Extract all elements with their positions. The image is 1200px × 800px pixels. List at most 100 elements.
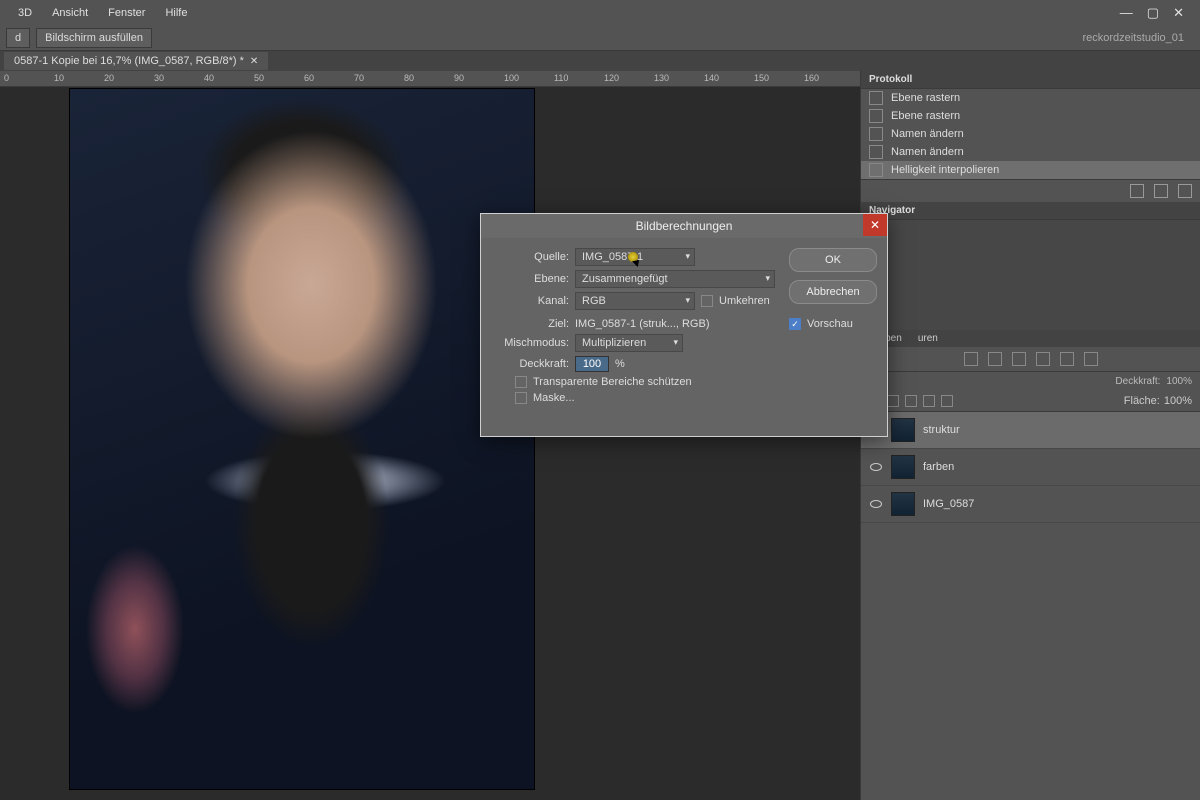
maximize-icon[interactable]: ▢: [1147, 5, 1159, 21]
opacity-input[interactable]: 100: [575, 356, 609, 372]
lock-icon[interactable]: [941, 395, 953, 407]
layer-row[interactable]: struktur: [861, 412, 1200, 449]
visibility-icon[interactable]: [869, 460, 883, 474]
ruler-mark: 100: [504, 73, 519, 83]
history-item[interactable]: Ebene rastern: [861, 107, 1200, 125]
opacity-value[interactable]: 100%: [1166, 376, 1192, 387]
minimize-icon[interactable]: —: [1120, 5, 1133, 21]
history-item[interactable]: Namen ändern: [861, 125, 1200, 143]
layer-thumbnail[interactable]: [891, 418, 915, 442]
fill-screen-button[interactable]: Bildschirm ausfüllen: [36, 28, 152, 48]
ruler-mark: 90: [454, 73, 464, 83]
lock-position-icon[interactable]: [887, 395, 899, 407]
layer-row[interactable]: IMG_0587: [861, 486, 1200, 523]
navigator-area[interactable]: [861, 220, 1200, 330]
ok-button[interactable]: OK: [789, 248, 877, 272]
options-d[interactable]: d: [6, 28, 30, 48]
ruler-mark: 40: [204, 73, 214, 83]
lock-all-icon[interactable]: [905, 395, 917, 407]
rect-icon[interactable]: [1036, 352, 1050, 366]
ruler-mark: 80: [404, 73, 414, 83]
visibility-icon[interactable]: [869, 497, 883, 511]
history-item[interactable]: Helligkeit interpolieren: [861, 161, 1200, 179]
layer-thumbnail[interactable]: [891, 492, 915, 516]
source-select[interactable]: IMG_0587-1: [575, 248, 695, 266]
source-label: Quelle:: [495, 251, 569, 263]
layer-list: struktur farben IMG_0587: [861, 412, 1200, 523]
ruler-mark: 110: [554, 73, 568, 83]
menu-window[interactable]: Fenster: [98, 3, 155, 23]
percent-label: %: [615, 358, 625, 370]
history-panel-header[interactable]: Protokoll: [861, 71, 1200, 89]
more-icon[interactable]: [1084, 352, 1098, 366]
ruler-mark: 70: [354, 73, 364, 83]
fill-value[interactable]: 100%: [1164, 395, 1192, 407]
cancel-button[interactable]: Abbrechen: [789, 280, 877, 304]
blend-label: Mischmodus:: [495, 337, 569, 349]
menu-help[interactable]: Hilfe: [155, 3, 197, 23]
blend-select[interactable]: Multiplizieren: [575, 334, 683, 352]
document-canvas[interactable]: [70, 89, 534, 789]
smart-icon[interactable]: [1060, 352, 1074, 366]
options-bar: d Bildschirm ausfüllen reckordzeitstudio…: [0, 25, 1200, 51]
workspace-label[interactable]: reckordzeitstudio_01: [1082, 32, 1194, 44]
lock-nested-icon[interactable]: [923, 395, 935, 407]
document-tab-label: 0587-1 Kopie bei 16,7% (IMG_0587, RGB/8*…: [14, 55, 244, 67]
ruler-mark: 150: [754, 73, 769, 83]
layer-opacity-row: Deckkraft: 100%: [861, 372, 1200, 391]
layer-icon: [869, 91, 883, 105]
history-list: Ebene rastern Ebene rastern Namen ändern…: [861, 89, 1200, 179]
layer-tools: [861, 347, 1200, 372]
camera-icon[interactable]: [1154, 184, 1168, 198]
navigator-panel-header[interactable]: Navigator: [861, 202, 1200, 220]
channel-select[interactable]: RGB: [575, 292, 695, 310]
panels-column: Protokoll Ebene rastern Ebene rastern Na…: [860, 71, 1200, 800]
document-tabs: 0587-1 Kopie bei 16,7% (IMG_0587, RGB/8*…: [0, 51, 1200, 71]
layer-label: Ebene:: [495, 273, 569, 285]
image-icon[interactable]: [964, 352, 978, 366]
preserve-transparency-checkbox[interactable]: [515, 376, 527, 388]
history-item[interactable]: Ebene rastern: [861, 89, 1200, 107]
circle-icon[interactable]: [988, 352, 1002, 366]
dialog-title: Bildberechnungen ✕: [481, 214, 887, 238]
menu-view[interactable]: Ansicht: [42, 3, 98, 23]
preserve-transparency-label: Transparente Bereiche schützen: [533, 376, 692, 388]
layer-icon: [869, 127, 883, 141]
layer-icon: [869, 109, 883, 123]
layer-icon: [869, 163, 883, 177]
layers-panel: vgaben uren Deckkraft: 100%: [861, 330, 1200, 800]
layer-thumbnail[interactable]: [891, 455, 915, 479]
ruler-mark: 20: [104, 73, 114, 83]
dialog-close-button[interactable]: ✕: [863, 214, 887, 236]
window-controls: — ▢ ✕: [1120, 5, 1192, 21]
type-icon[interactable]: [1012, 352, 1026, 366]
ruler-mark: 30: [154, 73, 164, 83]
fill-label: Fläche:: [1124, 395, 1160, 407]
tab-other[interactable]: uren: [910, 330, 946, 347]
trash-icon[interactable]: [1178, 184, 1192, 198]
layer-row[interactable]: farben: [861, 449, 1200, 486]
mask-checkbox[interactable]: [515, 392, 527, 404]
layer-name: struktur: [923, 424, 960, 436]
ruler-horizontal: 0 10 20 30 40 50 60 70 80 90 100 110 120…: [0, 71, 860, 87]
target-label: Ziel:: [495, 318, 569, 330]
image-content: [70, 89, 534, 789]
new-snapshot-icon[interactable]: [1130, 184, 1144, 198]
layer-lock-row: Fläche: 100%: [861, 391, 1200, 412]
layer-select[interactable]: Zusammengefügt: [575, 270, 775, 288]
invert-checkbox[interactable]: [701, 295, 713, 307]
document-tab[interactable]: 0587-1 Kopie bei 16,7% (IMG_0587, RGB/8*…: [4, 52, 268, 70]
ruler-mark: 10: [54, 73, 64, 83]
preview-checkbox[interactable]: ✓: [789, 318, 801, 330]
channel-label: Kanal:: [495, 295, 569, 307]
ruler-mark: 0: [4, 73, 9, 83]
close-tab-icon[interactable]: ✕: [250, 56, 258, 67]
preview-label: Vorschau: [807, 318, 853, 330]
ruler-mark: 160: [804, 73, 819, 83]
history-item[interactable]: Namen ändern: [861, 143, 1200, 161]
layer-icon: [869, 145, 883, 159]
mask-label: Maske...: [533, 392, 575, 404]
menu-3d[interactable]: 3D: [8, 3, 42, 23]
close-icon[interactable]: ✕: [1173, 5, 1184, 21]
layer-name: IMG_0587: [923, 498, 974, 510]
